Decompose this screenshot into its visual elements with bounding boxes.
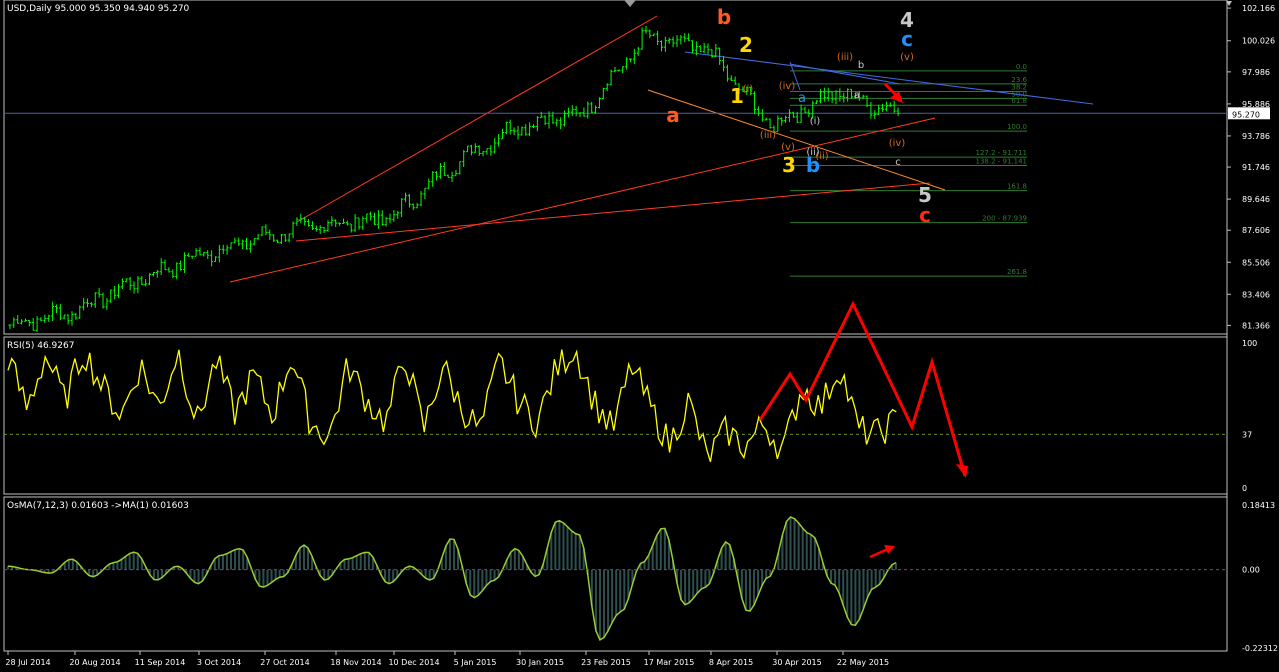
x-axis-tick-label: 22 May 2015 — [837, 658, 889, 667]
main-panel-frame — [3, 0, 1228, 335]
wave-label: a — [798, 91, 806, 106]
main-axis-tick-label: 102.166 — [1242, 4, 1275, 13]
short-resistance-line — [789, 63, 901, 85]
rsi-line — [7, 349, 897, 462]
main-axis-tick-label: 93.786 — [1242, 132, 1270, 141]
upper-channel-line — [296, 15, 658, 223]
fib-level-label: 100.0 — [1007, 123, 1027, 131]
osma-axis-tick-label: -0.22312 — [1242, 644, 1278, 653]
wave-label: b — [858, 60, 864, 71]
chart-canvas: USD,Daily 95.000 95.350 94.940 95.270 RS… — [3, 0, 1278, 667]
long-support-line — [295, 182, 931, 242]
x-axis-tick-label: 27 Oct 2014 — [260, 658, 309, 667]
arrow-head-icon — [956, 464, 968, 478]
fib-level-label: 200 - 87.939 — [982, 215, 1027, 223]
wave-label: 5 — [918, 183, 932, 207]
x-axis-tick-label: 8 Apr 2015 — [709, 658, 753, 667]
x-axis-tick-label: 18 Nov 2014 — [330, 658, 381, 667]
wave-label: c — [895, 157, 901, 168]
main-axis-tick-label: 100.026 — [1242, 37, 1275, 46]
rsi-axis-tick-label: 0 — [1242, 484, 1247, 493]
main-axis-tick-label: 85.506 — [1242, 258, 1270, 267]
wave-label: (i) — [810, 116, 821, 127]
rsi-group — [4, 349, 1227, 462]
main-axis-tick-label: 89.646 — [1242, 195, 1270, 204]
osma-axis-tick-label: 0.18413 — [1242, 501, 1275, 510]
fib-level-label: 138.2 - 91.141 — [975, 157, 1027, 165]
wave-label: (v) — [781, 142, 795, 153]
falling-resistance-line — [684, 51, 1094, 105]
rsi-projection-path — [758, 300, 967, 477]
fib-level-label: 261.8 — [1007, 268, 1027, 276]
osma-axis-tick-label: 0.00 — [1242, 566, 1260, 575]
current-price-label: 95.270 — [1232, 110, 1260, 119]
wave-label: 2 — [739, 33, 753, 57]
wave-label: (i) — [743, 84, 754, 95]
osma-arrow — [869, 547, 889, 559]
wave-label: a — [666, 103, 680, 127]
x-axis-tick-label: 3 Oct 2014 — [197, 658, 241, 667]
main-axis-tick-label: 87.606 — [1242, 226, 1270, 235]
wave-label: c — [901, 27, 913, 51]
rsi-axis-tick-label: 100 — [1242, 339, 1257, 348]
wave-label: (iii) — [837, 52, 853, 63]
shift-marker-icon[interactable] — [624, 0, 636, 7]
x-axis-tick-label: 30 Apr 2015 — [772, 658, 821, 667]
fib-level-label: 161.8 — [1007, 183, 1027, 191]
fib-level-label: 127.2 - 91.711 — [975, 149, 1027, 157]
rsi-title: RSI(5) 46.9267 — [7, 341, 74, 351]
wave-label: (ii) — [806, 147, 819, 158]
x-axis-tick-label: 30 Jan 2015 — [516, 658, 564, 667]
x-axis-tick-label: 17 Mar 2015 — [644, 658, 695, 667]
wave-label: 3 — [782, 153, 796, 177]
osma-title: OsMA(7,12,3) 0.01603 ->MA(1) 0.01603 — [7, 501, 189, 511]
x-axis-tick-label: 23 Feb 2015 — [581, 658, 631, 667]
rsi-axis-tick-label: 37 — [1242, 430, 1252, 439]
main-title: USD,Daily 95.000 95.350 94.940 95.270 — [7, 4, 190, 14]
x-axis-tick-label: 5 Jan 2015 — [454, 658, 497, 667]
x-axis-tick-label: 11 Sep 2014 — [135, 658, 186, 667]
x-axis-tick-label: 20 Aug 2014 — [69, 658, 120, 667]
wave-label: (iv) — [779, 81, 796, 92]
wave-label: (iv) — [889, 138, 906, 149]
wave-label: b — [717, 5, 731, 29]
main-price-group: 0.023.638.250.061.8100.0127.2 - 91.71113… — [4, 15, 1227, 332]
x-axis-tick-label: 10 Dec 2014 — [388, 658, 439, 667]
wave-label: (iii) — [760, 130, 776, 141]
x-axis-tick-label: 28 Jul 2014 — [5, 658, 50, 667]
fib-level-label: 61.8 — [1011, 97, 1027, 105]
wave-label: a — [854, 90, 860, 101]
osma-group — [4, 516, 1227, 641]
main-axis-tick-label: 83.406 — [1242, 290, 1270, 299]
main-axis-tick-label: 97.986 — [1242, 68, 1270, 77]
wave-label: (v) — [900, 52, 914, 63]
main-axis-tick-label: 91.746 — [1242, 163, 1270, 172]
main-axis-tick-label: 81.366 — [1242, 321, 1270, 330]
fib-level-label: 0.0 — [1016, 63, 1027, 71]
annotation-group: abc4c5123ab(i)(ii)(iii)(iv)(v)(i)(ii)(ii… — [666, 5, 968, 559]
